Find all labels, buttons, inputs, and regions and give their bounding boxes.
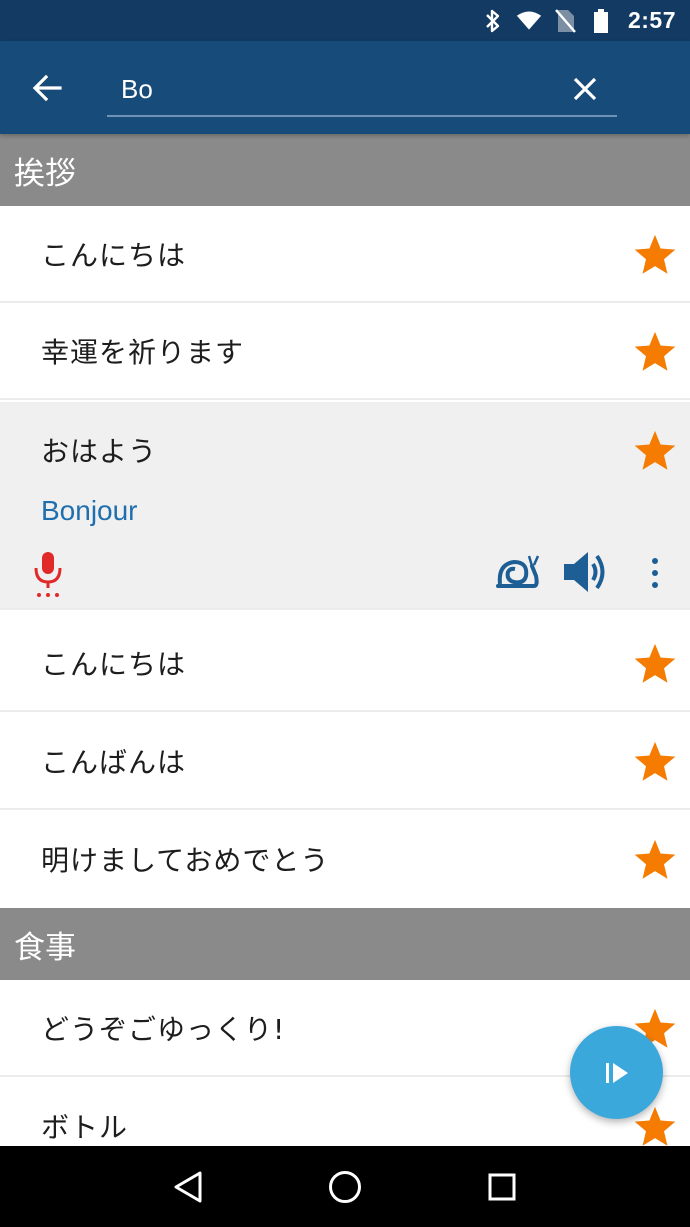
nav-home-button[interactable] [321,1163,369,1211]
slow-playback-snail-icon[interactable] [496,552,540,592]
star-icon[interactable] [632,232,678,278]
translation-text: Bonjour [41,495,138,526]
section-header-meals: 食事 [0,908,690,980]
star-icon[interactable] [632,837,678,883]
phrase-text: こんばんは [41,746,187,779]
star-icon[interactable] [632,641,678,687]
list-item[interactable]: 幸運を祈ります [0,303,690,400]
phrase-text: ボトル [41,1111,129,1144]
list-item[interactable]: こんにちは [0,206,690,303]
close-icon [573,77,597,101]
search-field [107,59,617,117]
play-all-button[interactable] [570,1026,663,1119]
phrase-text: こんにちは [41,648,187,681]
list-item[interactable]: 明けましておめでとう [0,811,690,908]
status-bar: 2:57 [0,0,690,41]
no-sim-icon [552,8,578,34]
star-icon[interactable] [632,428,678,474]
battery-icon [588,8,614,34]
list-item-expanded[interactable]: おはよう Bonjour [0,402,690,610]
recents-square-icon [488,1173,516,1200]
status-time: 2:57 [627,7,676,33]
bluetooth-icon [480,8,506,34]
home-circle-icon [328,1170,361,1203]
phrase-text: こんにちは [41,239,187,272]
arrow-back-icon [32,74,62,102]
phrase-text: 幸運を祈ります [41,336,245,369]
app-bar [0,41,690,134]
section-header-greetings: 挨拶 [0,134,690,206]
back-triangle-icon [174,1171,202,1202]
list-item[interactable]: こんばんは [0,713,690,810]
phrase-text: おはよう [41,435,158,468]
phrase-text: どうぞごゆっくり! [41,1013,286,1046]
star-icon[interactable] [632,739,678,785]
clear-search-button[interactable] [563,67,607,111]
back-button[interactable] [22,65,72,111]
search-input[interactable] [121,69,541,109]
navigation-bar [0,1146,690,1227]
wifi-icon [516,8,542,34]
speaker-icon[interactable] [562,550,610,594]
nav-recents-button[interactable] [478,1163,526,1211]
microphone-icon[interactable] [28,550,68,598]
star-icon[interactable] [632,329,678,375]
phrase-text: 明けましておめでとう [41,844,330,877]
nav-back-button[interactable] [164,1163,212,1211]
play-icon [605,1062,628,1083]
more-vertical-icon[interactable] [640,554,670,592]
list-item[interactable]: こんにちは [0,615,690,712]
